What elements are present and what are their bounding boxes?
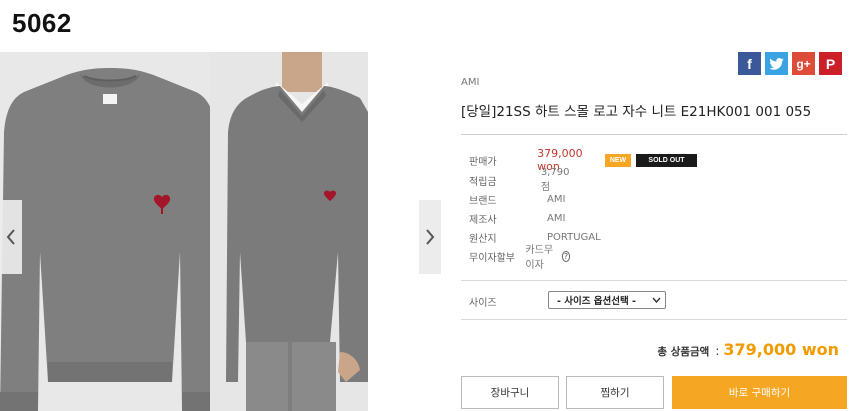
product-image-front <box>0 52 220 411</box>
buy-now-button[interactable]: 바로 구매하기 <box>672 376 847 409</box>
page-label: 5062 <box>12 8 72 38</box>
maker-value: AMI <box>547 212 566 224</box>
brand-row: 브랜드 AMI <box>469 190 565 208</box>
points-row: 적립금 3,790점 <box>469 167 576 193</box>
pinterest-icon: P <box>825 55 836 72</box>
installment-row: 무이자할부 카드무이자 ? <box>469 245 571 271</box>
total-price-colon: : <box>715 344 720 358</box>
add-to-cart-button[interactable]: 장바구니 <box>461 376 559 409</box>
divider <box>461 280 847 281</box>
brand-value: AMI <box>547 193 566 205</box>
product-title: [당일]21SS 하트 스몰 로고 자수 니트 E21HK001 001 055 <box>461 104 812 120</box>
price-row: 판매가 379,000 won NEW SOLD OUT <box>469 147 697 173</box>
total-price-amount: 379,000 won <box>723 340 839 359</box>
installment-label: 무이자할부 <box>469 252 515 264</box>
help-icon[interactable]: ? <box>561 250 571 262</box>
twitter-share-button[interactable]: t <box>765 52 788 75</box>
divider <box>461 319 847 320</box>
size-select-value: - 사이즈 옵션선택 - <box>557 296 636 307</box>
share-buttons: f t g+ P <box>738 52 842 75</box>
installment-value: 카드무이자 <box>525 245 554 271</box>
size-select[interactable]: - 사이즈 옵션선택 - <box>548 291 666 309</box>
new-badge: NEW <box>604 153 632 167</box>
total-price-label: 총 상품금액 <box>657 346 710 358</box>
points-label: 적립금 <box>469 176 497 188</box>
product-image-worn <box>210 52 368 411</box>
sold-out-badge: SOLD OUT <box>636 153 697 167</box>
size-option-label: 사이즈 <box>469 298 497 309</box>
maker-label: 제조사 <box>469 214 497 226</box>
prev-image-button[interactable] <box>0 200 22 274</box>
next-image-button[interactable] <box>419 200 441 274</box>
googleplus-share-button[interactable]: g+ <box>792 52 815 75</box>
product-brand: AMI <box>461 77 480 88</box>
maker-row: 제조사 AMI <box>469 209 565 227</box>
pinterest-share-button[interactable]: P <box>819 52 842 75</box>
divider <box>461 134 847 135</box>
chevron-left-icon <box>6 229 15 245</box>
price-label: 판매가 <box>469 156 497 168</box>
chevron-down-icon <box>652 297 661 303</box>
facebook-icon: f <box>747 55 752 72</box>
brand-label: 브랜드 <box>469 195 497 207</box>
facebook-share-button[interactable]: f <box>738 52 761 75</box>
total-price: 총 상품금액 : 379,000 won <box>657 340 839 359</box>
twitter-icon <box>769 57 784 70</box>
googleplus-icon: g+ <box>796 56 811 71</box>
chevron-right-icon <box>426 229 435 245</box>
wishlist-button[interactable]: 찜하기 <box>566 376 664 409</box>
product-image-gallery <box>0 52 368 411</box>
